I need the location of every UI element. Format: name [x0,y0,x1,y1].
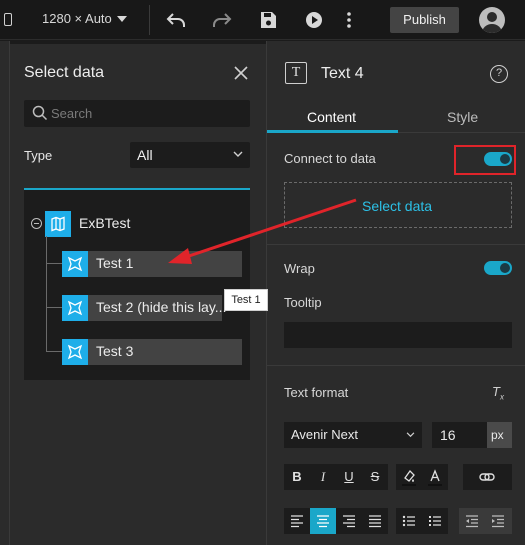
tree-root-label[interactable]: ExBTest [79,215,130,231]
link-icon[interactable] [474,464,500,490]
section-divider [267,244,525,245]
tree-item-test-1[interactable]: Test 1 [62,251,242,277]
toolbar-divider [149,5,150,35]
outdent-icon[interactable] [459,508,485,534]
align-justify-icon[interactable] [362,508,388,534]
type-select[interactable]: All [130,142,250,168]
section-divider [267,365,525,366]
numbered-list-icon[interactable] [422,508,448,534]
clear-format-icon[interactable]: Tx [492,384,504,402]
text-widget-icon: T [285,62,307,84]
tooltip-label: Tooltip [284,295,322,310]
font-family-value: Avenir Next [291,427,358,442]
collapse-icon[interactable] [31,218,42,229]
bullet-list-icon[interactable] [396,508,422,534]
font-unit-select[interactable]: px [487,422,512,448]
tree-connector [46,351,63,352]
layer-icon [62,295,88,321]
type-select-value: All [137,147,153,163]
text-format-label: Text format [284,385,349,400]
search-icon [32,105,48,121]
chevron-down-icon [233,151,243,157]
type-label: Type [24,148,53,163]
tooltip-input[interactable] [284,322,512,348]
left-edge-strip [0,41,9,545]
tree-item-test-3[interactable]: Test 3 [62,339,242,365]
layer-icon [62,251,88,277]
align-left-icon[interactable] [284,508,310,534]
select-data-button[interactable]: Select data [284,182,512,228]
item-hover-tooltip: Test 1 [224,289,268,311]
user-icon [482,12,502,33]
layer-icon [62,339,88,365]
help-icon[interactable]: ? [490,65,508,83]
resolution-dropdown[interactable]: 1280 × Auto [42,11,128,26]
search-input[interactable]: Search [24,100,250,127]
map-icon [45,211,71,237]
connect-to-data-label: Connect to data [284,151,376,166]
caret-down-icon [117,16,128,22]
italic-button[interactable]: I [310,464,336,490]
wrap-label: Wrap [284,261,315,276]
tree-item-label: Test 1 [96,255,134,271]
settings-tabs: Content Style [267,101,525,133]
top-toolbar: 1280 × Auto Publish [0,0,525,40]
select-data-title: Select data [24,64,105,81]
list-group [396,508,448,534]
tree-connector [46,236,47,351]
align-right-icon[interactable] [336,508,362,534]
align-center-icon[interactable] [310,508,336,534]
tree-item-test-2[interactable]: Test 2 (hide this lay... [62,295,226,321]
tab-style[interactable]: Style [447,109,478,125]
preview-play-icon[interactable] [303,9,325,31]
resolution-label: 1280 × Auto [42,11,112,26]
tree-item-label: Test 3 [96,343,134,359]
save-icon[interactable] [257,9,279,31]
wrap-toggle[interactable] [484,261,512,275]
text-style-group: B I U S [284,464,388,490]
font-color-icon[interactable] [422,464,448,490]
highlight-color-icon[interactable] [396,464,422,490]
tree-item-label: Test 2 (hide this lay... [96,299,227,315]
user-avatar[interactable] [479,7,505,33]
font-family-select[interactable]: Avenir Next [284,422,422,448]
bold-button[interactable]: B [284,464,310,490]
app-root: 1280 × Auto Publish Select data Search T… [0,0,525,545]
tab-content[interactable]: Content [307,109,356,125]
link-group [463,464,512,490]
active-tab-indicator [267,130,398,133]
font-size-input[interactable]: 16 [432,422,487,448]
chevron-down-icon [406,432,415,438]
search-placeholder: Search [51,106,93,121]
redo-icon[interactable] [211,9,233,31]
highlight-box [454,145,516,175]
undo-icon[interactable] [165,9,187,31]
select-data-button-label: Select data [362,198,433,214]
device-icon[interactable] [4,13,12,26]
tree-connector [46,307,63,308]
font-size-value: 16 [440,427,456,443]
data-source-tree: ExBTest Test 1 Test 2 (hide this lay... [24,188,250,380]
strikethrough-button[interactable]: S [362,464,388,490]
indent-group [459,508,512,534]
color-group [396,464,448,490]
more-options-icon[interactable] [338,9,360,31]
alignment-group [284,508,388,534]
tree-connector [46,263,63,264]
font-unit-value: px [491,428,504,442]
publish-button[interactable]: Publish [390,7,459,33]
settings-panel: T Text 4 ? Content Style Connect to data… [266,41,525,545]
widget-title: Text 4 [321,65,364,82]
close-icon[interactable] [232,64,250,82]
underline-button[interactable]: U [336,464,362,490]
indent-icon[interactable] [485,508,511,534]
